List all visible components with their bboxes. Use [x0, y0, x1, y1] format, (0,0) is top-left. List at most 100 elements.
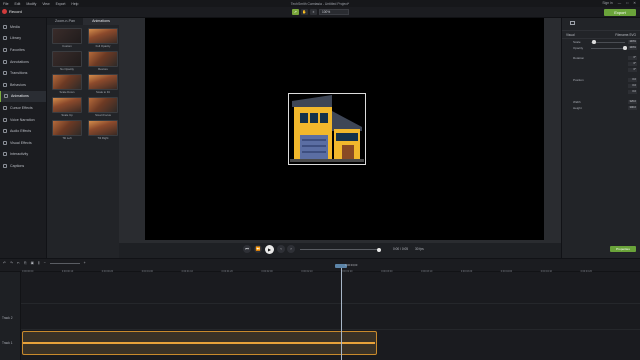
properties-button[interactable]: Properties	[610, 246, 636, 252]
thumb-caption: Custom	[62, 44, 72, 48]
animation-thumb[interactable]: Restore	[88, 51, 118, 72]
sidebar-item-voice-narration[interactable]: Voice Narration	[0, 114, 46, 126]
sidebar-item-animations[interactable]: Animations	[0, 90, 46, 103]
pan-tool-icon[interactable]: ✋	[301, 9, 308, 15]
timeline-zoom-slider[interactable]	[49, 262, 80, 264]
animation-thumb[interactable]: Scale to Fit	[88, 74, 118, 95]
next-frame-icon[interactable]: ›	[287, 245, 295, 253]
property-value[interactable]: 0°	[628, 68, 637, 72]
undo-icon[interactable]: ↶	[3, 261, 6, 265]
redo-icon[interactable]: ↷	[10, 261, 13, 265]
track-1-label[interactable]: Track 1	[2, 341, 13, 345]
property-label: Position	[573, 78, 584, 82]
sidebar-item-captions[interactable]: Captions	[0, 160, 46, 172]
media-icon	[3, 24, 7, 29]
cut-icon[interactable]: ✂	[17, 261, 20, 265]
property-value[interactable]: 0.0	[628, 90, 637, 94]
tab-zoom-n-pan[interactable]: Zoom-n-Pan	[47, 18, 83, 25]
scrub-track[interactable]	[300, 249, 380, 250]
paste-icon[interactable]: ▣	[31, 261, 34, 265]
slider-knob[interactable]	[623, 46, 627, 50]
sidebar-item-interactivity[interactable]: Interactivity	[0, 149, 46, 161]
sidebar-item-label: Transitions	[10, 71, 28, 76]
zoom-in-icon[interactable]: +	[84, 261, 86, 265]
animation-thumb[interactable]: Tilt Right	[88, 120, 118, 141]
property-row: Opacity 100%	[562, 45, 640, 51]
animation-thumb[interactable]: Scale Up	[52, 97, 82, 118]
property-value[interactable]: 326.0	[628, 100, 637, 104]
playhead-time: 0:00:03;00	[345, 264, 358, 267]
sidebar-item-library[interactable]: Library	[0, 33, 46, 45]
zoom-out-icon[interactable]: −	[44, 261, 46, 265]
sidebar-item-media[interactable]: Media	[0, 21, 46, 33]
sidebar-item-label: Interactivity	[10, 152, 29, 157]
property-value[interactable]: 0.0	[628, 78, 637, 82]
zoom-select[interactable]: 100%	[319, 9, 349, 15]
prev-frame-icon[interactable]: ‹	[277, 245, 285, 253]
animation-thumb[interactable]: Custom	[52, 28, 82, 49]
scrub-handle[interactable]	[377, 247, 381, 252]
animation-thumb[interactable]: Tilt Left	[52, 120, 82, 141]
export-button[interactable]: Export	[604, 9, 636, 16]
property-value[interactable]: 0°	[628, 62, 637, 66]
minimize-button[interactable]: —	[618, 1, 621, 5]
thumbnail-image	[88, 74, 118, 90]
property-slider[interactable]	[591, 46, 627, 50]
thumb-caption: No Opacity	[60, 67, 74, 71]
sidebar-item-annotations[interactable]: Annotations	[0, 56, 46, 68]
thumb-caption: Scale to Fit	[96, 90, 110, 94]
track-divider	[0, 303, 640, 304]
copy-icon[interactable]: ⎘	[24, 261, 27, 265]
property-value[interactable]: 100%	[628, 40, 637, 44]
sidebar-item-favorites[interactable]: Favorites	[0, 44, 46, 56]
star-icon	[3, 47, 7, 52]
canvas-tools: ➚ ✋ ⌗ 100%	[292, 9, 349, 15]
sidebar-item-cursor-effects[interactable]: Cursor Effects	[0, 102, 46, 114]
rewind-icon[interactable]: ⏪	[254, 245, 262, 253]
property-value[interactable]: 300.0	[628, 106, 637, 110]
property-value[interactable]: 0°	[628, 56, 637, 60]
play-icon[interactable]: ▶	[265, 245, 274, 254]
properties-tabs: Visual Filename.SVG	[562, 31, 640, 39]
crop-tool-icon[interactable]: ⌗	[310, 9, 317, 15]
visual-properties-icon[interactable]	[570, 21, 575, 25]
menu-bar: File Edit Modify View Export Help TechSm…	[0, 0, 640, 7]
sign-in-link[interactable]: Sign in	[602, 1, 612, 5]
thumbnail-image	[52, 28, 82, 44]
property-slider	[591, 80, 625, 81]
maximize-button[interactable]: □	[626, 1, 628, 5]
property-row: 0.0	[562, 89, 640, 95]
sidebar-item-label: Media	[10, 24, 20, 29]
sidebar-item-transitions[interactable]: Transitions	[0, 67, 46, 79]
step-back-icon[interactable]: ⏮	[243, 245, 251, 253]
property-slider	[591, 86, 625, 87]
animation-thumb[interactable]: Scale Down	[52, 74, 82, 95]
behavior-icon	[3, 82, 7, 87]
track-2-label[interactable]: Track 2	[2, 316, 13, 320]
tab-visual[interactable]: Visual	[566, 33, 575, 37]
property-slider	[591, 92, 625, 93]
property-slider[interactable]	[591, 40, 625, 44]
sidebar-item-visual-effects[interactable]: Visual Effects	[0, 137, 46, 149]
split-icon[interactable]: ⫼	[38, 261, 40, 265]
close-button[interactable]: ✕	[633, 1, 636, 5]
thumbnail-image	[88, 120, 118, 136]
select-tool-icon[interactable]: ➚	[292, 9, 299, 15]
animation-thumb[interactable]: No Opacity	[52, 51, 82, 72]
sidebar-item-audio-effects[interactable]: Audio Effects	[0, 125, 46, 137]
tab-animations[interactable]: Animations	[83, 18, 119, 25]
thumb-caption: Tilt Left	[62, 136, 72, 140]
playhead[interactable]	[341, 266, 342, 360]
thumb-caption: Scale Up	[61, 113, 73, 117]
animation-thumb[interactable]: Full Opacity	[88, 28, 118, 49]
property-value[interactable]: 100%	[628, 46, 637, 50]
property-value[interactable]: 0.0	[628, 84, 637, 88]
playback-bar	[119, 243, 561, 258]
playback-fps: 30 fps	[415, 247, 424, 251]
animation-thumb[interactable]: Smart Focus	[88, 97, 118, 118]
thumbnail-image	[52, 97, 82, 113]
slider-knob[interactable]	[592, 40, 596, 44]
record-button[interactable]: Record	[2, 9, 22, 14]
sidebar-item-behaviors[interactable]: Behaviors	[0, 79, 46, 91]
timeline-tools: ↶ ↷ ✂ ⎘ ▣ ⫼ − +	[3, 261, 86, 265]
